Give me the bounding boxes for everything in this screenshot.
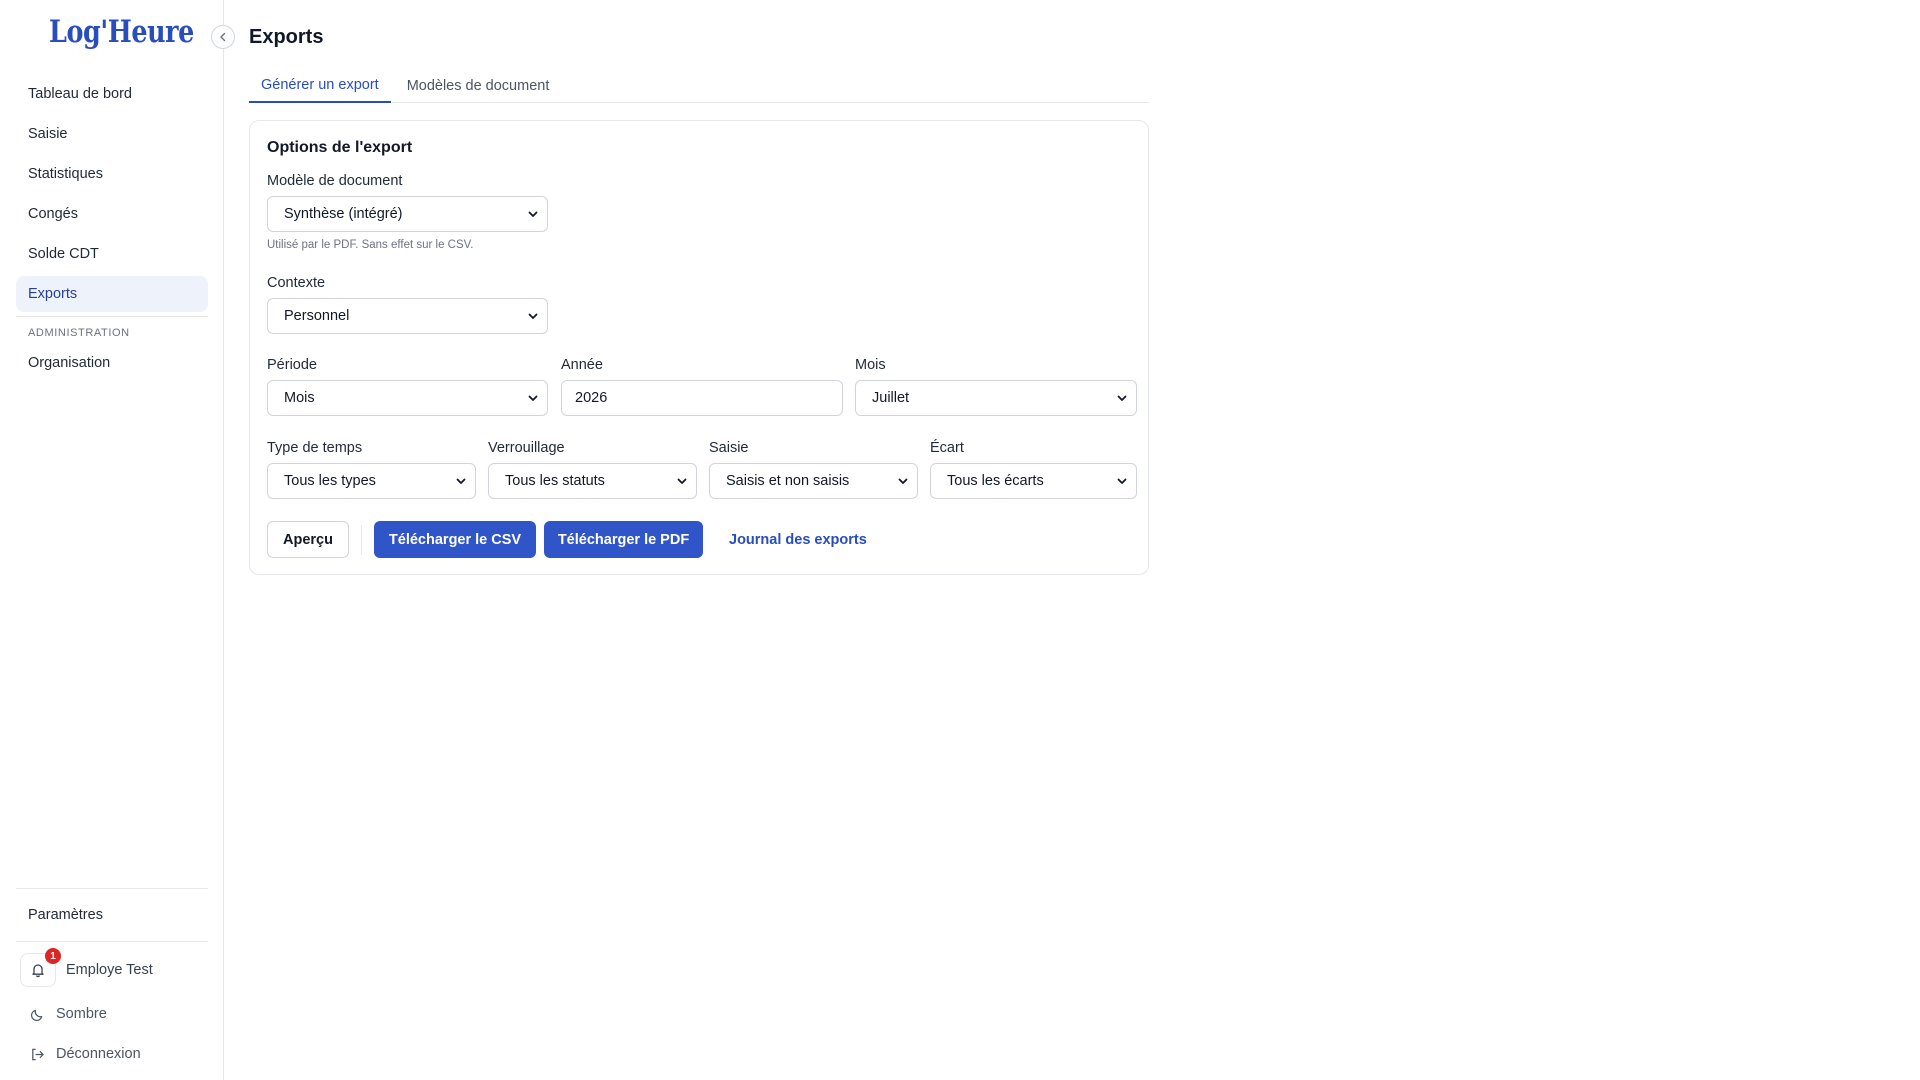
tab-generer-export[interactable]: Générer un export [249, 68, 391, 103]
year-label: Année [561, 357, 603, 373]
period-label: Période [267, 357, 317, 373]
month-select[interactable]: Juillet [855, 380, 1137, 416]
chevron-down-icon [528, 211, 538, 217]
chevron-left-icon [220, 32, 226, 42]
sidebar-item-statistiques[interactable]: Statistiques [16, 156, 208, 192]
time-type-select[interactable]: Tous les types [267, 463, 476, 499]
period-field: Période Mois [267, 357, 548, 416]
notifications-button[interactable]: 1 [20, 948, 61, 987]
sidebar-item-label: Tableau de bord [28, 86, 132, 102]
context-value: Personnel [284, 308, 350, 324]
export-options-card: Options de l'export Modèle de document S… [249, 120, 1149, 575]
sidebar-item-conges[interactable]: Congés [16, 196, 208, 232]
template-help: Utilisé par le PDF. Sans effet sur le CS… [267, 239, 474, 251]
moon-icon [28, 1005, 46, 1023]
entry-select[interactable]: Saisis et non saisis [709, 463, 918, 499]
context-select[interactable]: Personnel [267, 298, 548, 334]
nav-divider [16, 316, 208, 317]
bell-icon [32, 964, 44, 978]
gap-label: Écart [930, 440, 964, 456]
context-label: Contexte [267, 275, 326, 291]
logout-button[interactable]: Déconnexion [16, 1034, 208, 1074]
download-csv-button[interactable]: Télécharger le CSV [374, 521, 536, 558]
notification-badge: 1 [45, 948, 61, 964]
settings-label: Paramètres [28, 907, 103, 923]
month-label: Mois [855, 357, 886, 373]
context-field: Contexte Personnel [267, 275, 548, 334]
sidebar-item-exports[interactable]: Exports [16, 276, 208, 312]
year-input[interactable]: 2026 [561, 380, 843, 416]
tab-bar: Générer un export Modèles de document [249, 68, 1149, 103]
sidebar-item-tableau-de-bord[interactable]: Tableau de bord [16, 76, 208, 112]
entry-label: Saisie [709, 440, 749, 456]
period-value: Mois [284, 390, 315, 406]
template-value: Synthèse (intégré) [284, 206, 403, 222]
chevron-down-icon [1117, 395, 1127, 401]
lock-select[interactable]: Tous les statuts [488, 463, 697, 499]
sidebar-nav: Tableau de bord Saisie Statistiques Cong… [16, 76, 208, 385]
gap-field: Écart Tous les écarts [930, 440, 1137, 499]
time-type-field: Type de temps Tous les types [267, 440, 476, 499]
download-pdf-button[interactable]: Télécharger le PDF [544, 521, 703, 558]
period-select[interactable]: Mois [267, 380, 548, 416]
sidebar-item-label: Exports [28, 286, 78, 302]
logout-icon [28, 1045, 46, 1063]
chevron-down-icon [677, 478, 687, 484]
template-label: Modèle de document [267, 173, 403, 189]
lock-field: Verrouillage Tous les statuts [488, 440, 697, 499]
sidebar-item-label: Saisie [28, 126, 68, 142]
year-field: Année 2026 [561, 357, 843, 416]
chevron-down-icon [528, 313, 538, 319]
actions-divider [361, 524, 362, 555]
logout-label: Déconnexion [56, 1046, 141, 1062]
card-title: Options de l'export [267, 139, 413, 156]
sidebar-bottom: Paramètres 1 Employe Test Sombre Déconne… [16, 888, 208, 1074]
export-actions: Aperçu Télécharger le CSV Télécharger le… [267, 521, 867, 558]
sidebar-item-solde-cdt[interactable]: Solde CDT [16, 236, 208, 272]
lock-value: Tous les statuts [505, 473, 605, 489]
theme-toggle[interactable]: Sombre [16, 994, 208, 1034]
time-type-value: Tous les types [284, 473, 376, 489]
sidebar-item-label: Organisation [28, 355, 111, 371]
app-root: Log'Heure Tableau de bord Saisie Statist… [0, 0, 1920, 1080]
preview-button[interactable]: Aperçu [267, 521, 349, 558]
chevron-down-icon [898, 478, 908, 484]
bottom-divider [16, 941, 208, 942]
month-field: Mois Juillet [855, 357, 1137, 416]
sidebar: Log'Heure Tableau de bord Saisie Statist… [0, 0, 235, 1080]
year-value: 2026 [575, 390, 608, 406]
chevron-down-icon [456, 478, 466, 484]
chevron-down-icon [528, 395, 538, 401]
nav-section-administration: ADMINISTRATION [28, 327, 130, 339]
template-select[interactable]: Synthèse (intégré) [267, 196, 548, 232]
export-log-link[interactable]: Journal des exports [729, 532, 867, 548]
template-field: Modèle de document Synthèse (intégré) Ut… [267, 173, 548, 251]
sidebar-item-organisation[interactable]: Organisation [16, 345, 208, 381]
chevron-down-icon [1117, 478, 1127, 484]
sidebar-item-saisie[interactable]: Saisie [16, 116, 208, 152]
page-title: Exports [249, 26, 324, 48]
tab-modeles-document[interactable]: Modèles de document [395, 68, 562, 103]
gap-select[interactable]: Tous les écarts [930, 463, 1137, 499]
gap-value: Tous les écarts [947, 473, 1044, 489]
month-value: Juillet [872, 390, 910, 406]
user-row: 1 Employe Test [16, 946, 208, 994]
sidebar-item-label: Congés [28, 206, 78, 222]
app-logo[interactable]: Log'Heure [49, 14, 194, 50]
lock-label: Verrouillage [488, 440, 565, 456]
entry-value: Saisis et non saisis [726, 473, 850, 489]
collapse-sidebar-button[interactable] [211, 25, 235, 49]
sidebar-item-label: Statistiques [28, 166, 103, 182]
settings-link[interactable]: Paramètres [16, 889, 208, 941]
entry-field: Saisie Saisis et non saisis [709, 440, 918, 499]
time-type-label: Type de temps [267, 440, 363, 456]
theme-label: Sombre [56, 1006, 107, 1022]
sidebar-item-label: Solde CDT [28, 246, 99, 262]
user-name: Employe Test [66, 962, 153, 978]
